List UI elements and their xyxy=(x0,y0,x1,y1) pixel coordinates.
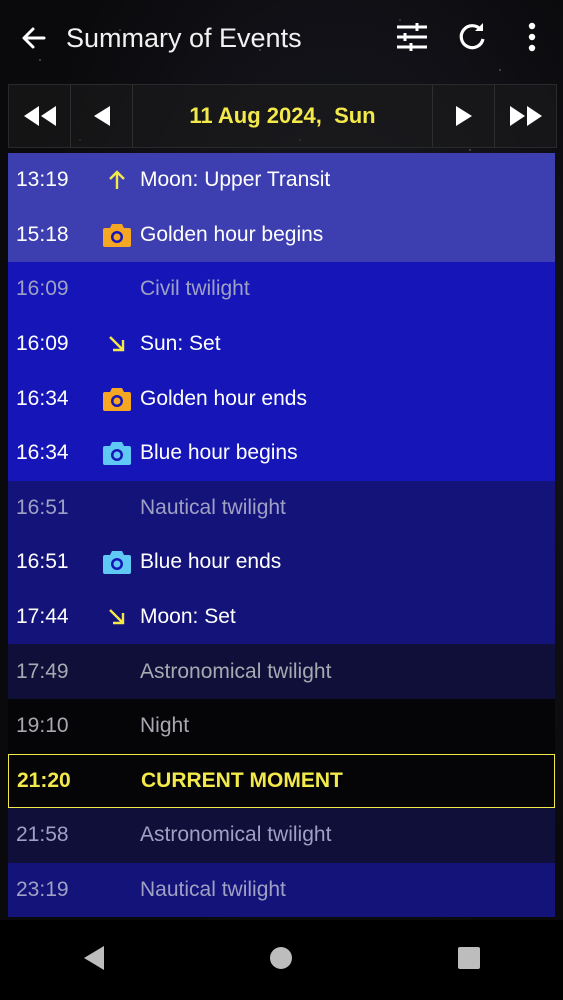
event-time: 17:49 xyxy=(16,659,69,683)
arrow-down-right-icon xyxy=(94,607,140,627)
back-arrow-icon[interactable] xyxy=(18,22,50,54)
event-label: Blue hour ends xyxy=(140,550,282,574)
previous-day-button[interactable] xyxy=(71,85,133,147)
event-time: 15:18 xyxy=(16,222,69,246)
current-moment-row[interactable]: 21:20 CURRENT MOMENT xyxy=(8,753,555,809)
event-row[interactable]: 21:58 Astronomical twilight xyxy=(8,808,555,863)
current-date[interactable]: 11 Aug 2024, Sun xyxy=(133,85,432,147)
event-label: Moon: Upper Transit xyxy=(140,168,331,192)
event-row[interactable]: 13:19 Moon: Upper Transit xyxy=(8,153,555,208)
event-row[interactable]: 16:34 Golden hour ends xyxy=(8,371,555,426)
date-navigation: 11 Aug 2024, Sun xyxy=(8,84,557,148)
event-time: 16:51 xyxy=(16,495,69,519)
event-time: 19:10 xyxy=(16,714,69,738)
event-row[interactable]: 23:19 Nautical twilight xyxy=(8,862,555,918)
camera-blue-icon xyxy=(94,549,140,575)
event-row[interactable]: 16:09 Civil twilight xyxy=(8,262,555,317)
next-day-button[interactable] xyxy=(432,85,494,147)
event-label: Civil twilight xyxy=(140,277,250,301)
refresh-icon[interactable] xyxy=(455,20,489,54)
camera-gold-icon xyxy=(94,222,140,248)
page-title: Summary of Events xyxy=(66,22,302,53)
next-icon xyxy=(455,106,472,126)
arrow-up-icon xyxy=(94,170,140,190)
event-time: 16:09 xyxy=(16,332,69,356)
event-label: Nautical twilight xyxy=(140,878,286,902)
nav-home-icon[interactable] xyxy=(269,946,293,975)
event-time: 16:51 xyxy=(16,550,69,574)
event-row[interactable]: 16:34 Blue hour begins xyxy=(8,425,555,481)
event-label: Moon: Set xyxy=(140,605,236,629)
event-time: 16:34 xyxy=(16,441,69,465)
more-vert-icon[interactable] xyxy=(515,20,549,54)
event-row[interactable]: 17:44 Moon: Set xyxy=(8,589,555,645)
event-label: Blue hour begins xyxy=(140,441,298,465)
event-time: 23:19 xyxy=(16,878,69,902)
previous-icon xyxy=(93,106,110,126)
camera-blue-icon xyxy=(94,440,140,466)
event-label: Golden hour begins xyxy=(140,222,324,246)
fast-forward-icon xyxy=(509,106,542,126)
filter-settings-icon[interactable] xyxy=(395,20,429,54)
event-label: Astronomical twilight xyxy=(140,659,332,683)
event-row[interactable]: 16:51 Blue hour ends xyxy=(8,535,555,590)
event-time: 16:34 xyxy=(16,386,69,410)
event-label: CURRENT MOMENT xyxy=(141,768,343,792)
nav-back-icon[interactable] xyxy=(82,945,106,976)
event-label: Night xyxy=(140,714,190,738)
event-time: 17:44 xyxy=(16,605,69,629)
event-label: Golden hour ends xyxy=(140,386,307,410)
event-row[interactable]: 15:18 Golden hour begins xyxy=(8,207,555,263)
event-row[interactable]: 19:10 Night xyxy=(8,698,555,754)
event-time: 16:09 xyxy=(16,277,69,301)
event-time: 21:20 xyxy=(17,768,71,792)
event-row[interactable]: 17:49 Astronomical twilight xyxy=(8,644,555,699)
event-row[interactable]: 16:09 Sun: Set xyxy=(8,316,555,372)
system-navigation-bar xyxy=(0,920,563,1000)
camera-gold-icon xyxy=(94,386,140,412)
fast-rewind-icon xyxy=(23,106,56,126)
app-bar: Summary of Events xyxy=(0,0,563,76)
event-label: Sun: Set xyxy=(140,332,221,356)
fast-rewind-button[interactable] xyxy=(9,85,71,147)
fast-forward-button[interactable] xyxy=(494,85,556,147)
event-label: Nautical twilight xyxy=(140,495,286,519)
event-label: Astronomical twilight xyxy=(140,823,332,847)
event-time: 13:19 xyxy=(16,168,69,192)
events-list: 13:19 Moon: Upper Transit 15:18 Golden hour… xyxy=(8,153,555,918)
nav-recents-icon[interactable] xyxy=(457,946,481,975)
event-row[interactable]: 16:51 Nautical twilight xyxy=(8,480,555,536)
event-time: 21:58 xyxy=(16,823,69,847)
arrow-down-right-icon xyxy=(94,334,140,354)
